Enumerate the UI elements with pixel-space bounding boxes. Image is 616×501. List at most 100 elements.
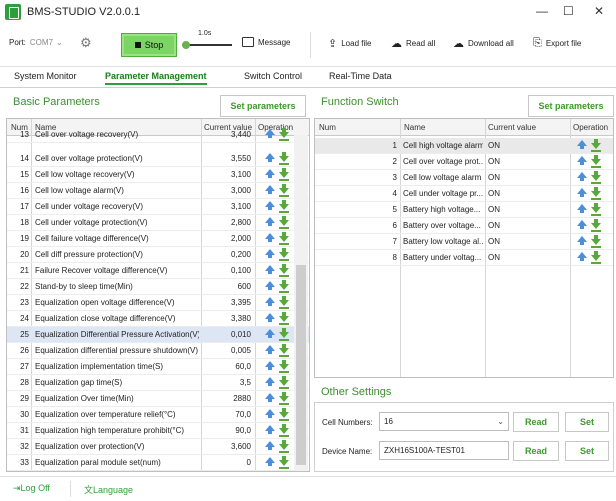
device-name-set-button[interactable]: Set	[565, 441, 609, 461]
upload-arrow-icon[interactable]	[265, 153, 275, 162]
cell-numbers-select[interactable]: 16 ⌄	[379, 412, 509, 431]
table-row[interactable]: 33 Equalization paral module set(num) 0	[7, 455, 309, 471]
download-arrow-icon[interactable]	[591, 203, 601, 216]
download-arrow-icon[interactable]	[591, 219, 601, 232]
table-row[interactable]: 22 Stand-by to sleep time(Min) 600	[7, 279, 309, 295]
table-row[interactable]: 28 Equalization gap time(S) 3,5	[7, 375, 309, 391]
table-row[interactable]: 29 Equalization Over time(Min) 2880	[7, 391, 309, 407]
table-row[interactable]: 24 Equalization close voltage difference(…	[7, 311, 309, 327]
upload-arrow-icon[interactable]	[577, 140, 587, 149]
download-arrow-icon[interactable]	[279, 376, 289, 389]
upload-arrow-icon[interactable]	[265, 129, 275, 138]
upload-arrow-icon[interactable]	[265, 217, 275, 226]
download-arrow-icon[interactable]	[591, 171, 601, 184]
download-arrow-icon[interactable]	[279, 424, 289, 437]
cell-numbers-set-button[interactable]: Set	[565, 412, 609, 432]
table-row[interactable]: 21 Failure Recover voltage difference(V) 0…	[7, 263, 309, 279]
download-arrow-icon[interactable]	[591, 251, 601, 264]
download-arrow-icon[interactable]	[279, 264, 289, 277]
port-dropdown[interactable]: COM7 ⌄	[30, 38, 63, 47]
read-all-button[interactable]: ☁ Read all	[391, 37, 435, 50]
upload-arrow-icon[interactable]	[265, 393, 275, 402]
load-file-button[interactable]: ⇪ Load file	[328, 37, 371, 50]
upload-arrow-icon[interactable]	[265, 169, 275, 178]
scrollbar-thumb[interactable]	[296, 265, 306, 465]
set-parameters-button[interactable]: Set parameters	[220, 95, 306, 117]
table-row[interactable]: 18 Cell under voltage protection(V) 2,800	[7, 215, 309, 231]
maximize-button[interactable]: ☐	[563, 4, 574, 18]
port-selector[interactable]: Port: COM7 ⌄	[9, 38, 63, 47]
upload-arrow-icon[interactable]	[265, 313, 275, 322]
tab-real-time-data[interactable]: Real-Time Data	[329, 71, 392, 81]
table-row[interactable]: 13 Cell over voltage recovery(V) 3,440	[7, 127, 309, 143]
tab-system-monitor[interactable]: System Monitor	[14, 71, 77, 81]
download-arrow-icon[interactable]	[591, 235, 601, 248]
download-arrow-icon[interactable]	[279, 408, 289, 421]
table-row[interactable]: 25 Equalization Differential Pressure Act…	[7, 327, 309, 343]
upload-arrow-icon[interactable]	[265, 265, 275, 274]
set-function-parameters-button[interactable]: Set parameters	[528, 95, 614, 117]
download-arrow-icon[interactable]	[279, 216, 289, 229]
download-arrow-icon[interactable]	[591, 155, 601, 168]
gear-icon[interactable]: ⚙	[80, 35, 92, 51]
table-row[interactable]: 26 Equalization differential pressure shu…	[7, 343, 309, 359]
download-arrow-icon[interactable]	[279, 168, 289, 181]
table-row[interactable]: 1 Cell high voltage alarm ON	[315, 138, 613, 154]
upload-arrow-icon[interactable]	[265, 329, 275, 338]
table-row[interactable]: 8 Battery under voltag... ON	[315, 250, 613, 266]
table-row[interactable]: 23 Equalization open voltage difference(V…	[7, 295, 309, 311]
table-row[interactable]: 5 Battery high voltage... ON	[315, 202, 613, 218]
cell-numbers-read-button[interactable]: Read	[513, 412, 559, 432]
upload-arrow-icon[interactable]	[577, 156, 587, 165]
upload-arrow-icon[interactable]	[265, 297, 275, 306]
table-row[interactable]: 32 Equalization over protection(V) 3,600	[7, 439, 309, 455]
upload-arrow-icon[interactable]	[265, 233, 275, 242]
export-file-button[interactable]: ⎘ Export file	[533, 37, 581, 50]
table-row[interactable]: 2 Cell over voltage prot... ON	[315, 154, 613, 170]
table-row[interactable]: 3 Cell low voltage alarm ON	[315, 170, 613, 186]
log-off-button[interactable]: ⇥Log Off	[13, 483, 50, 494]
download-all-button[interactable]: ☁ Download all	[453, 37, 514, 50]
download-arrow-icon[interactable]	[591, 139, 601, 152]
download-arrow-icon[interactable]	[279, 280, 289, 293]
upload-arrow-icon[interactable]	[577, 188, 587, 197]
upload-arrow-icon[interactable]	[265, 281, 275, 290]
download-arrow-icon[interactable]	[279, 312, 289, 325]
interval-slider[interactable]: 1.0s	[182, 30, 232, 50]
upload-arrow-icon[interactable]	[265, 201, 275, 210]
download-arrow-icon[interactable]	[279, 440, 289, 453]
basic-scrollbar[interactable]	[294, 135, 308, 471]
language-button[interactable]: 文Language	[84, 483, 133, 496]
upload-arrow-icon[interactable]	[265, 425, 275, 434]
table-row[interactable]: 17 Cell under voltage recovery(V) 3,100	[7, 199, 309, 215]
upload-arrow-icon[interactable]	[577, 220, 587, 229]
table-row[interactable]: 16 Cell low voltage alarm(V) 3,000	[7, 183, 309, 199]
download-arrow-icon[interactable]	[591, 187, 601, 200]
download-arrow-icon[interactable]	[279, 392, 289, 405]
tab-switch-control[interactable]: Switch Control	[244, 71, 302, 81]
download-arrow-icon[interactable]	[279, 128, 289, 141]
stop-button[interactable]: Stop	[121, 33, 177, 57]
upload-arrow-icon[interactable]	[577, 252, 587, 261]
upload-arrow-icon[interactable]	[577, 236, 587, 245]
download-arrow-icon[interactable]	[279, 296, 289, 309]
table-row[interactable]: 4 Cell under voltage pr... ON	[315, 186, 613, 202]
message-button[interactable]: Message	[242, 37, 290, 47]
download-arrow-icon[interactable]	[279, 360, 289, 373]
close-button[interactable]: ✕	[594, 4, 604, 18]
upload-arrow-icon[interactable]	[265, 361, 275, 370]
table-row[interactable]: 20 Cell diff pressure protection(V) 0,200	[7, 247, 309, 263]
download-arrow-icon[interactable]	[279, 152, 289, 165]
upload-arrow-icon[interactable]	[577, 172, 587, 181]
download-arrow-icon[interactable]	[279, 344, 289, 357]
upload-arrow-icon[interactable]	[265, 441, 275, 450]
table-row[interactable]: 19 Cell failure voltage difference(V) 2,00…	[7, 231, 309, 247]
table-row[interactable]: 14 Cell over voltage protection(V) 3,550	[7, 151, 309, 167]
download-arrow-icon[interactable]	[279, 232, 289, 245]
table-row[interactable]: 7 Battery low voltage al... ON	[315, 234, 613, 250]
download-arrow-icon[interactable]	[279, 328, 289, 341]
device-name-read-button[interactable]: Read	[513, 441, 559, 461]
table-row[interactable]: 31 Equalization high temperature prohibit…	[7, 423, 309, 439]
tab-parameter-management[interactable]: Parameter Management	[105, 71, 207, 85]
upload-arrow-icon[interactable]	[265, 377, 275, 386]
